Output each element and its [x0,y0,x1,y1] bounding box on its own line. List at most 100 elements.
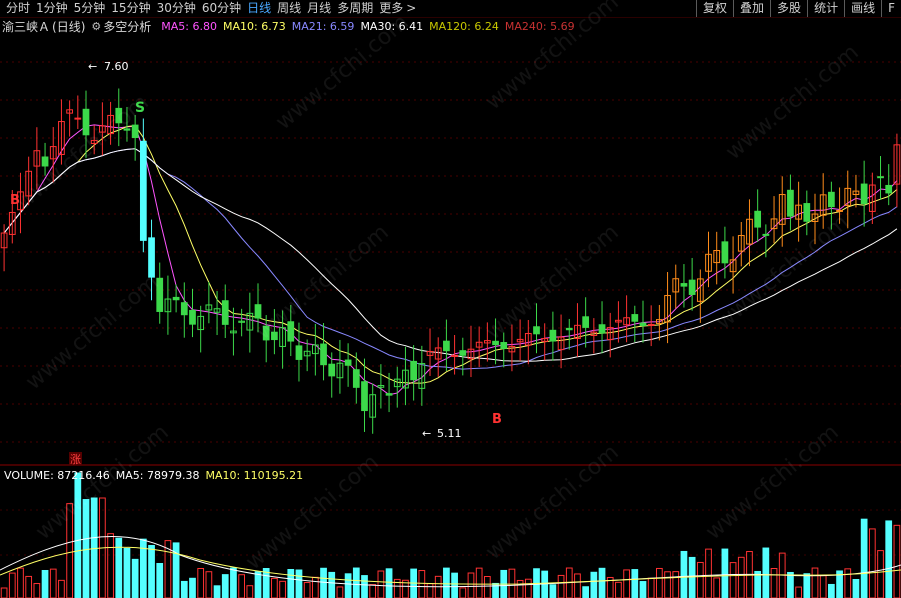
volume-bar [180,580,188,598]
volume-bar [17,567,24,598]
tool-button-4[interactable]: 画线 [844,0,881,17]
candle-body [754,210,762,228]
candle-body [410,360,418,381]
candle-body [352,369,360,388]
volume-bar [303,582,311,598]
candle-body [172,296,180,301]
volume-bar [295,569,303,598]
candle-body [131,124,139,138]
candle-body [762,233,770,236]
volume-bar [770,568,778,598]
volume-bar [737,556,745,598]
candlesticks [0,88,901,434]
candle-body [549,329,557,342]
volume-bar [156,563,164,598]
tab-period-6[interactable]: 日线 [247,0,271,17]
volume-bar [803,573,811,598]
volume-bar [860,518,868,598]
volume-bar [172,542,180,598]
candle-body [836,209,843,212]
volume-bar [311,576,319,598]
tab-period-10[interactable]: 更多 [379,0,403,17]
volume-bar [352,567,360,598]
volume-bar [271,577,278,598]
volume-bar [615,581,622,598]
volume-bar [582,586,590,598]
candle-body [492,340,499,346]
tab-period-7[interactable]: 周线 [277,0,301,17]
tab-period-8[interactable]: 月线 [307,0,331,17]
volume-bar [328,571,336,598]
volume-bar [844,568,852,598]
candle-body [320,343,327,366]
candle-body [139,140,147,241]
volume-bar [524,578,532,598]
candle-body [877,176,884,179]
candle-body [688,279,696,295]
volume-value-0: VOLUME: 87216.46 [4,469,110,482]
volume-bar [557,574,565,598]
buy-signal-marker-1: B [10,193,20,208]
tab-period-5[interactable]: 60分钟 [202,0,241,17]
volume-bar [148,544,155,598]
volume-bar [197,567,205,598]
volume-bar [590,571,598,598]
tab-period-3[interactable]: 15分钟 [111,0,150,17]
volume-bar [443,567,450,598]
volume-bar [819,575,827,598]
volume-bar [459,587,467,598]
volume-bar [696,561,704,598]
volume-bar [795,586,802,598]
candle-body [287,321,295,342]
volume-value-1: MA5: 78979.38 [115,469,200,482]
candle-body [123,128,131,131]
volume-bar [713,577,721,598]
candle-body [189,309,196,325]
kline-chart[interactable]: 7.60 ← 5.11 ← S B B 涨 [0,18,901,598]
tab-period-1[interactable]: 1分钟 [36,0,68,17]
sell-signal-marker: S [135,100,145,116]
volume-bar [639,581,647,598]
candle-body [156,277,164,312]
tab-period-0[interactable]: 分时 [6,0,30,17]
volume-bar [205,571,213,598]
volume-bar [221,574,229,598]
candle-body [180,302,188,316]
candle-body [680,283,688,287]
volume-bar [688,556,696,598]
volume-bar [287,568,295,598]
volume-bar [852,579,860,598]
tool-button-2[interactable]: 多股 [770,0,807,17]
candle-body [721,241,729,264]
low-arrow-icon: ← [422,427,431,440]
more-arrow-icon[interactable]: > [406,0,416,17]
volume-bar [320,567,327,598]
volume-bar [828,583,835,598]
ma-line-2 [3,148,898,370]
volume-bar [189,577,196,598]
tool-button-0[interactable]: 复权 [696,0,733,17]
limit-up-label: 涨 [70,453,81,466]
candle-body [860,183,868,205]
volume-bar [516,579,524,598]
moving-average-lines [3,124,898,396]
volume-bar [647,577,655,598]
volume-bar [631,569,639,598]
tool-button-5[interactable]: F [881,0,901,17]
tab-period-4[interactable]: 30分钟 [157,0,196,17]
tool-button-3[interactable]: 统计 [807,0,844,17]
volume-bar [574,573,581,598]
high-arrow-icon: ← [88,60,97,73]
candle-body [344,359,352,366]
volume-bar [0,587,8,598]
tab-period-9[interactable]: 多周期 [337,0,373,17]
candle-body [221,300,229,325]
tool-button-1[interactable]: 叠加 [733,0,770,17]
candle-body [148,237,155,278]
tab-period-2[interactable]: 5分钟 [74,0,106,17]
volume-bar [25,575,33,598]
chart-toolbar: 分时 1分钟 5分钟 15分钟 30分钟 60分钟 日线 周线 月线 多周期 更多 > 复权 叠加 多股统… [0,0,901,18]
high-price-label: 7.60 [104,60,129,73]
volume-bar [41,569,49,598]
candle-body [115,107,123,124]
